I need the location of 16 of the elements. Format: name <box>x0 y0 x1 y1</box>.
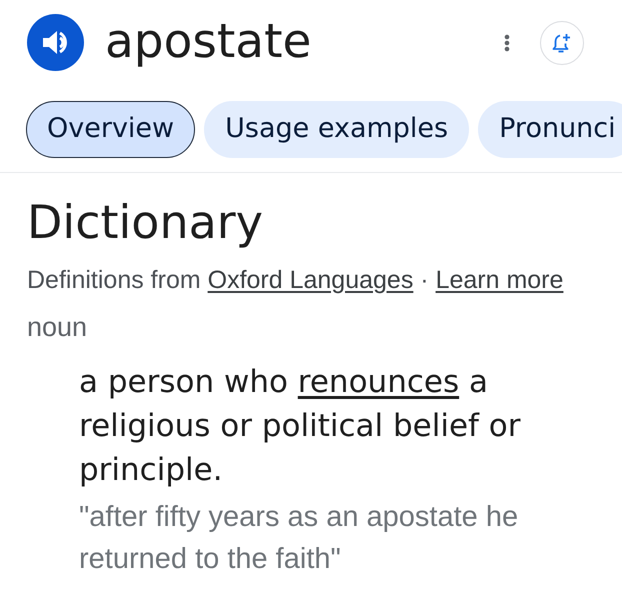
section-title: Dictionary <box>27 195 263 249</box>
definition-text: a person who renounces a religious or political belief or principle. <box>79 363 522 490</box>
example-text: "after fifty years as an apostate he returned to the faith" <box>79 500 520 577</box>
headword: apostate <box>105 14 312 68</box>
tab[interactable]: Overview <box>26 101 196 158</box>
source-link[interactable]: Oxford Languages <box>208 266 414 294</box>
tab[interactable]: Usage examples <box>204 101 470 158</box>
bell-plus-icon <box>552 32 572 54</box>
add-alert-button[interactable] <box>540 20 584 64</box>
source-link[interactable]: Learn more <box>436 266 564 294</box>
part-of-speech: noun <box>27 311 88 343</box>
source-line: Definitions from Oxford Languages · Learn more <box>27 265 564 295</box>
tab[interactable]: Pronunci <box>478 101 622 158</box>
menu-icon[interactable] <box>504 34 510 52</box>
definition-link[interactable]: renounces <box>298 364 460 400</box>
speaker-icon[interactable] <box>27 14 84 71</box>
